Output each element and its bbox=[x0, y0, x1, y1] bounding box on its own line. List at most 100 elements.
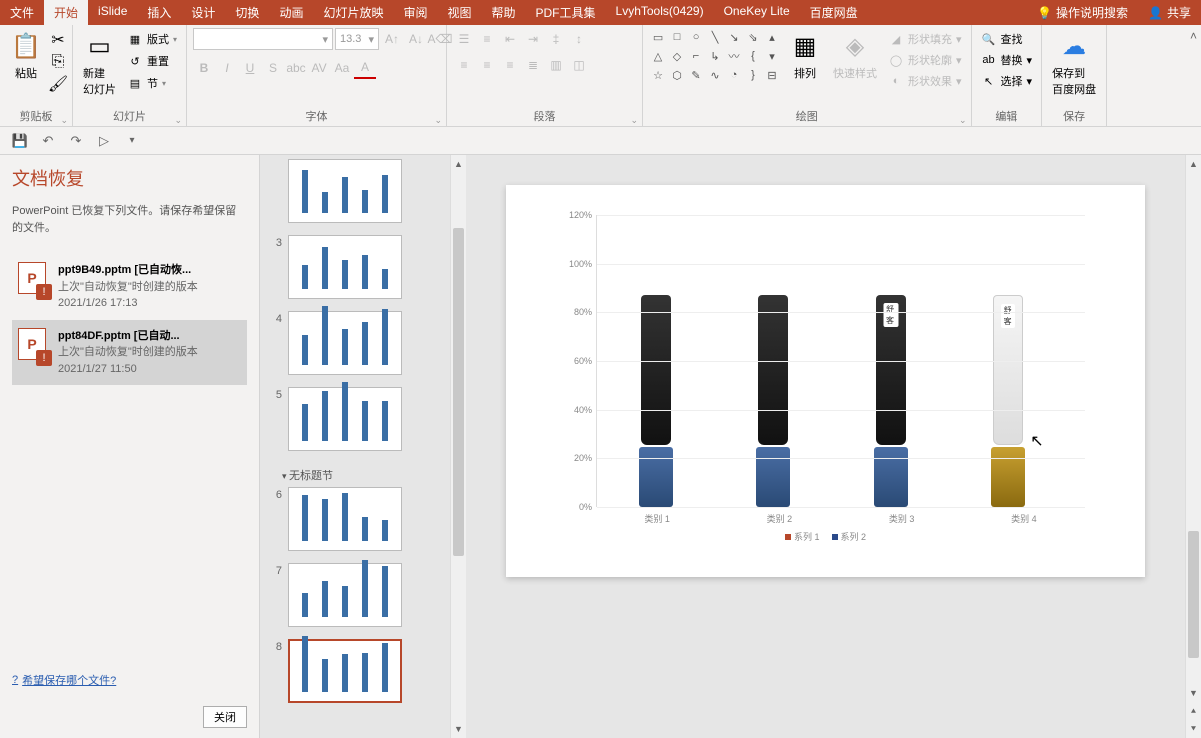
shape-outline-button[interactable]: ◯形状轮廓 ▾ bbox=[885, 51, 965, 69]
select-button[interactable]: ↖选择 ▾ bbox=[978, 72, 1036, 90]
shape-triangle[interactable]: △ bbox=[649, 47, 667, 65]
shape-connector[interactable]: ⌐ bbox=[687, 47, 705, 65]
shape-more-down[interactable]: ▾ bbox=[763, 47, 781, 65]
strike-button[interactable]: S bbox=[262, 57, 284, 79]
tab-transitions[interactable]: 切换 bbox=[225, 0, 269, 25]
tab-baidu[interactable]: 百度网盘 bbox=[800, 0, 868, 25]
collapse-ribbon-button[interactable]: ˄ bbox=[1190, 29, 1197, 43]
shape-more-up[interactable]: ▴ bbox=[763, 28, 781, 46]
shape-gallery[interactable]: ▭ □ ○ ╲ ↘ ⇘ ▴ △ ◇ ⌐ ↳ 〰 { ▾ ☆ ⬡ ✎ ∿ ◔ } bbox=[649, 28, 781, 84]
thumbnail-preview[interactable] bbox=[288, 487, 402, 551]
arrange-button[interactable]: ▦ 排列 bbox=[785, 28, 825, 83]
tab-islide[interactable]: iSlide bbox=[88, 0, 137, 25]
line-spacing-button[interactable]: ‡ bbox=[545, 28, 567, 50]
section-button[interactable]: ▤节▾ bbox=[124, 74, 180, 92]
new-slide-button[interactable]: ▭ 新建 幻灯片 bbox=[79, 28, 120, 99]
scroll-down-button[interactable]: ▼ bbox=[1186, 684, 1201, 702]
undo-button[interactable]: ↶ bbox=[36, 129, 60, 153]
thumbnail-preview[interactable] bbox=[288, 311, 402, 375]
shape-curve[interactable]: 〰 bbox=[725, 47, 743, 65]
start-from-beginning-button[interactable]: ▷ bbox=[92, 129, 116, 153]
tab-home[interactable]: 开始 bbox=[44, 0, 88, 25]
thumbnail-preview[interactable] bbox=[288, 159, 402, 223]
italic-button[interactable]: I bbox=[216, 57, 238, 79]
numbering-button[interactable]: ≡ bbox=[476, 28, 498, 50]
tab-insert[interactable]: 插入 bbox=[137, 0, 181, 25]
scroll-thumb[interactable] bbox=[1188, 531, 1199, 659]
slide-scrollbar[interactable]: ▲ ▼ ⯅ ⯆ bbox=[1185, 155, 1201, 738]
slide-thumbnail-pane[interactable]: 345 无标题节 678 bbox=[260, 155, 450, 738]
shadow-button[interactable]: abc bbox=[285, 57, 307, 79]
bold-button[interactable]: B bbox=[193, 57, 215, 79]
align-right-button[interactable]: ≡ bbox=[499, 54, 521, 76]
tab-design[interactable]: 设计 bbox=[181, 0, 225, 25]
tab-onekey[interactable]: OneKey Lite bbox=[714, 0, 800, 25]
text-direction-button[interactable]: ↕ bbox=[568, 28, 590, 50]
save-baidu-button[interactable]: ☁ 保存到 百度网盘 bbox=[1048, 28, 1100, 99]
columns-button[interactable]: ▥ bbox=[545, 54, 567, 76]
font-color-button[interactable]: A bbox=[354, 57, 376, 79]
align-left-button[interactable]: ≡ bbox=[453, 54, 475, 76]
thumbnail-preview[interactable] bbox=[288, 387, 402, 451]
scroll-down-button[interactable]: ▼ bbox=[451, 720, 466, 738]
qat-customize-button[interactable]: ▾ bbox=[120, 129, 144, 153]
shape-brace[interactable]: { bbox=[744, 47, 762, 65]
shape-arrow2[interactable]: ⇘ bbox=[744, 28, 762, 46]
shape-brace2[interactable]: } bbox=[744, 66, 762, 84]
shape-gallery-expand[interactable]: ⊟ bbox=[763, 66, 781, 84]
slide-thumbnail[interactable]: 4 bbox=[266, 311, 444, 375]
indent-right-button[interactable]: ⇥ bbox=[522, 28, 544, 50]
copy-button[interactable]: ⎘ bbox=[50, 54, 66, 70]
thumbnail-scrollbar[interactable]: ▲ ▼ bbox=[450, 155, 466, 738]
redo-button[interactable]: ↷ bbox=[64, 129, 88, 153]
prev-slide-button[interactable]: ⯅ bbox=[1186, 702, 1201, 720]
next-slide-button[interactable]: ⯆ bbox=[1186, 720, 1201, 738]
shape-freeform[interactable]: ✎ bbox=[687, 66, 705, 84]
section-header[interactable]: 无标题节 bbox=[266, 463, 444, 487]
recovery-help-link[interactable]: ? 希望保存哪个文件? bbox=[12, 672, 247, 688]
replace-button[interactable]: ab替换 ▾ bbox=[978, 51, 1036, 69]
font-size-combo[interactable]: 13.3▾ bbox=[335, 28, 379, 50]
recovery-close-button[interactable]: 关闭 bbox=[203, 706, 247, 728]
tab-animations[interactable]: 动画 bbox=[269, 0, 313, 25]
tab-pdf[interactable]: PDF工具集 bbox=[526, 0, 606, 25]
shape-circle[interactable]: ○ bbox=[687, 28, 705, 46]
thumbnail-preview[interactable] bbox=[288, 235, 402, 299]
shape-elbow[interactable]: ↳ bbox=[706, 47, 724, 65]
shape-star[interactable]: ☆ bbox=[649, 66, 667, 84]
recovery-file-item[interactable]: P! ppt84DF.pptm [已自动... 上次"自动恢复"时创建的版本 2… bbox=[12, 320, 247, 386]
shape-hex[interactable]: ⬡ bbox=[668, 66, 686, 84]
tell-me-search[interactable]: 💡操作说明搜索 bbox=[1027, 0, 1138, 25]
slide-thumbnail[interactable]: 7 bbox=[266, 563, 444, 627]
slide-edit-area[interactable]: 0%20%40%60%80%100%120% 舒客 bbox=[466, 155, 1185, 738]
justify-button[interactable]: ≣ bbox=[522, 54, 544, 76]
reset-button[interactable]: ↺重置 bbox=[124, 52, 180, 70]
decrease-font-button[interactable]: A↓ bbox=[405, 28, 427, 50]
shape-scribble[interactable]: ∿ bbox=[706, 66, 724, 84]
indent-left-button[interactable]: ⇤ bbox=[499, 28, 521, 50]
increase-font-button[interactable]: A↑ bbox=[381, 28, 403, 50]
shape-effects-button[interactable]: ◐形状效果 ▾ bbox=[885, 72, 965, 90]
chart[interactable]: 0%20%40%60%80%100%120% 舒客 bbox=[556, 215, 1095, 547]
shape-rect[interactable]: □ bbox=[668, 28, 686, 46]
slide-thumbnail[interactable]: 3 bbox=[266, 235, 444, 299]
paste-button[interactable]: 📋 粘贴 bbox=[6, 28, 46, 83]
case-button[interactable]: Aa bbox=[331, 57, 353, 79]
tab-view[interactable]: 视图 bbox=[437, 0, 481, 25]
tab-slideshow[interactable]: 幻灯片放映 bbox=[313, 0, 393, 25]
share-button[interactable]: 👤共享 bbox=[1138, 0, 1201, 25]
scroll-up-button[interactable]: ▲ bbox=[1186, 155, 1201, 173]
tab-help[interactable]: 帮助 bbox=[482, 0, 526, 25]
slide-canvas[interactable]: 0%20%40%60%80%100%120% 舒客 bbox=[506, 185, 1145, 577]
find-button[interactable]: 🔍查找 bbox=[978, 30, 1036, 48]
shape-callout[interactable]: ◔ bbox=[725, 66, 743, 84]
underline-button[interactable]: U bbox=[239, 57, 261, 79]
tab-lvyh[interactable]: LvyhTools(0429) bbox=[606, 0, 714, 25]
shape-fill-button[interactable]: ◢形状填充 ▾ bbox=[885, 30, 965, 48]
thumbnail-preview[interactable] bbox=[288, 563, 402, 627]
scroll-up-button[interactable]: ▲ bbox=[451, 155, 466, 173]
scroll-thumb[interactable] bbox=[453, 228, 464, 556]
thumbnail-preview[interactable] bbox=[288, 639, 402, 703]
smartart-button[interactable]: ◫ bbox=[568, 54, 590, 76]
slide-thumbnail[interactable]: 8 bbox=[266, 639, 444, 703]
